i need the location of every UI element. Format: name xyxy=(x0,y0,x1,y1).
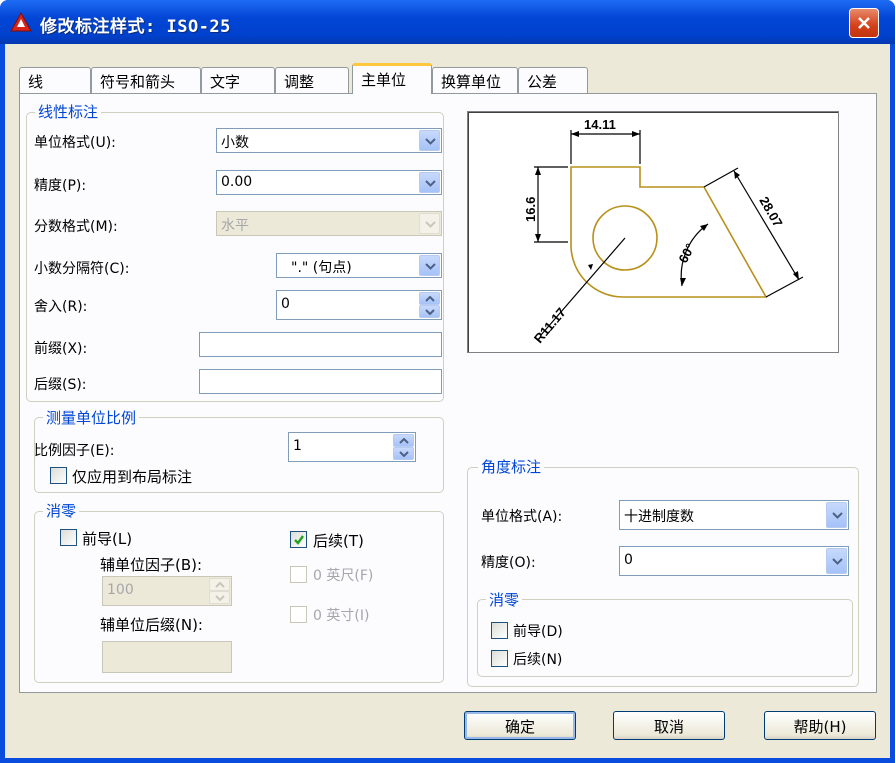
preview-part-outline xyxy=(570,166,768,298)
zero-inches-label: 0 英寸(I) xyxy=(313,608,370,624)
unit-format-label: 单位格式(U): xyxy=(34,135,116,151)
leading-zero-label: 前导(L) xyxy=(82,530,133,548)
trailing-zero-label: 后续(T) xyxy=(313,532,364,550)
spin-up-icon[interactable] xyxy=(393,434,414,447)
angular-unit-format-select[interactable]: 十进制度数 xyxy=(619,500,849,530)
tab-symbols-arrows[interactable]: 符号和箭头 xyxy=(91,67,201,93)
angular-leading-zero-checkbox[interactable] xyxy=(491,622,508,639)
scale-factor-value: 1 xyxy=(293,438,302,454)
suffix-input[interactable] xyxy=(199,369,442,394)
chevron-down-icon xyxy=(419,213,440,234)
sub-unit-suffix-input xyxy=(102,641,232,673)
autocad-app-icon xyxy=(10,12,32,32)
round-off-spinner[interactable]: 0 xyxy=(276,290,442,320)
unit-format-value: 小数 xyxy=(221,135,249,151)
precision-label: 精度(P): xyxy=(34,178,87,194)
tab-primary-units[interactable]: 主单位 xyxy=(352,63,432,94)
trailing-zero-checkbox[interactable] xyxy=(290,531,307,548)
cancel-button[interactable]: 取消 xyxy=(613,711,725,740)
preview-dim-left: 16.6 xyxy=(523,197,538,222)
checkmark-icon xyxy=(294,535,304,545)
dimension-style-preview: 14.11 16.6 28.07 60° R11.17 xyxy=(467,111,839,353)
angular-precision-select[interactable]: 0 xyxy=(619,546,849,576)
title-bar[interactable]: 修改标注样式: ISO-25 xyxy=(0,0,895,44)
spin-down-icon[interactable] xyxy=(419,305,440,318)
sub-unit-factor-value: 100 xyxy=(107,582,134,598)
preview-dim-radius: R11.17 xyxy=(531,305,569,346)
spinner-buttons xyxy=(419,292,440,318)
preview-dim-right: 28.07 xyxy=(756,194,785,230)
tab-tolerances[interactable]: 公差 xyxy=(518,67,588,93)
decimal-separator-select[interactable]: "." (句点) xyxy=(276,253,442,278)
leading-zero-checkbox[interactable] xyxy=(60,529,77,546)
preview-dim-top: 14.11 xyxy=(584,117,616,132)
fraction-format-label: 分数格式(M): xyxy=(34,219,118,235)
window-title: 修改标注样式: ISO-25 xyxy=(40,17,231,37)
spin-up-icon xyxy=(209,578,230,591)
angular-precision-label: 精度(O): xyxy=(481,555,536,571)
zero-feet-checkbox xyxy=(290,566,307,583)
prefix-label: 前缀(X): xyxy=(34,341,88,357)
sub-unit-factor-spinner: 100 xyxy=(102,576,232,606)
sub-unit-factor-label: 辅单位因子(B): xyxy=(100,556,203,574)
unit-format-select[interactable]: 小数 xyxy=(216,128,442,153)
zero-suppression-angular-legend: 消零 xyxy=(486,589,523,610)
sub-unit-suffix-label: 辅单位后缀(N): xyxy=(100,616,203,634)
chevron-down-icon[interactable] xyxy=(419,172,440,193)
chevron-down-icon[interactable] xyxy=(826,502,847,528)
measurement-scale-legend: 测量单位比例 xyxy=(43,407,140,428)
precision-value: 0.00 xyxy=(221,174,253,190)
fraction-format-select: 水平 xyxy=(216,211,442,236)
fraction-format-value: 水平 xyxy=(221,218,249,234)
ok-button[interactable]: 确定 xyxy=(464,711,576,740)
tab-alternate-units[interactable]: 换算单位 xyxy=(432,67,518,93)
angular-leading-zero-label: 前导(D) xyxy=(513,624,563,640)
spinner-buttons xyxy=(393,434,414,460)
tab-text[interactable]: 文字 xyxy=(201,67,275,93)
angular-trailing-zero-checkbox[interactable] xyxy=(491,650,508,667)
round-off-label: 舍入(R): xyxy=(34,299,88,315)
angular-dimensions-legend: 角度标注 xyxy=(478,456,545,477)
spin-down-icon xyxy=(209,591,230,604)
close-icon xyxy=(858,17,870,29)
suffix-label: 后缀(S): xyxy=(34,377,87,393)
layout-only-label: 仅应用到布局标注 xyxy=(72,468,193,486)
zero-inches-checkbox xyxy=(290,606,307,623)
tab-fit[interactable]: 调整 xyxy=(275,67,349,93)
tab-lines[interactable]: 线 xyxy=(19,67,91,93)
decimal-separator-label: 小数分隔符(C): xyxy=(34,261,130,277)
angular-unit-format-value: 十进制度数 xyxy=(624,509,694,525)
round-off-value: 0 xyxy=(281,296,290,312)
angular-unit-format-label: 单位格式(A): xyxy=(481,509,563,525)
layout-only-checkbox[interactable] xyxy=(50,467,67,484)
scale-factor-spinner[interactable]: 1 xyxy=(288,432,416,462)
preview-dim-angle: 60° xyxy=(675,241,697,265)
angular-trailing-zero-label: 后续(N) xyxy=(513,652,563,668)
spin-down-icon[interactable] xyxy=(393,447,414,460)
chevron-down-icon[interactable] xyxy=(419,255,440,276)
linear-dimensions-legend: 线性标注 xyxy=(35,101,102,122)
angular-precision-value: 0 xyxy=(624,552,633,568)
chevron-down-icon[interactable] xyxy=(419,130,440,151)
dialog-window: 修改标注样式: ISO-25 线 符号和箭头 文字 调整 主单位 换算单位 公差… xyxy=(0,0,895,763)
precision-select[interactable]: 0.00 xyxy=(216,170,442,195)
chevron-down-icon[interactable] xyxy=(826,548,847,574)
scale-factor-label: 比例因子(E): xyxy=(34,443,115,459)
close-button[interactable] xyxy=(849,8,879,38)
spin-up-icon[interactable] xyxy=(419,292,440,305)
preview-drawing: 14.11 16.6 28.07 60° R11.17 xyxy=(523,117,804,346)
spinner-buttons xyxy=(209,578,230,604)
decimal-separator-value: "." (句点) xyxy=(291,260,352,276)
help-button[interactable]: 帮助(H) xyxy=(764,711,876,740)
prefix-input[interactable] xyxy=(199,332,442,357)
zero-suppression-linear-legend: 消零 xyxy=(43,500,80,521)
zero-feet-label: 0 英尺(F) xyxy=(313,568,374,584)
